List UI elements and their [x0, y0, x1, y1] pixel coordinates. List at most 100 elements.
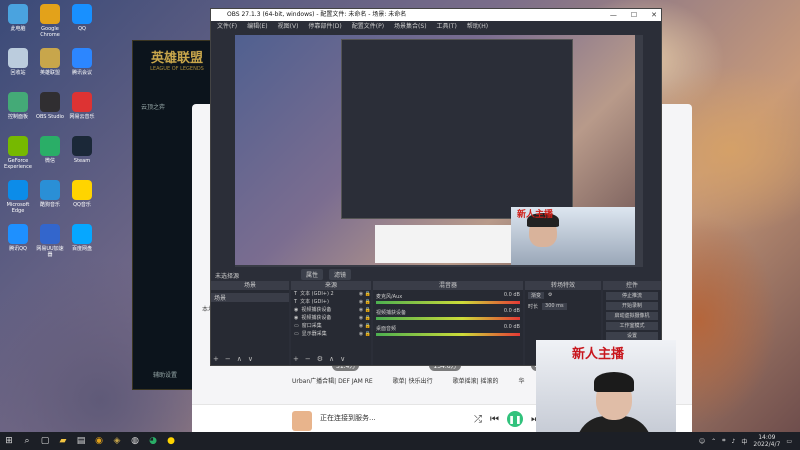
source-item[interactable]: ◉ 视频捕获设备 ◉ 🔒: [291, 306, 371, 314]
source-item[interactable]: T 文本 (GDI+) 2 ◉ 🔒: [291, 290, 371, 298]
network-icon[interactable]: ⌗: [722, 437, 725, 445]
desktop-icon[interactable]: 百度网盘: [66, 224, 98, 252]
remove-icon[interactable]: −: [305, 355, 311, 363]
visibility-lock-icon[interactable]: ◉ 🔒: [359, 306, 371, 314]
qqmusic-taskbar-icon[interactable]: ●: [162, 432, 180, 450]
lol-settings-button[interactable]: 辅助设置: [153, 370, 177, 379]
clock[interactable]: 14:09 2022/4/7: [753, 434, 780, 448]
volume-meter[interactable]: [376, 333, 520, 336]
taskbar: ⊞ ⌕ ▢ ▰ ▤ ◉ ◈ ◍ ◕ ● ☺ ⌃ ⌗ ♪ 中 14:09 2022…: [0, 432, 800, 450]
menu-item[interactable]: 文件(F): [217, 21, 237, 32]
visibility-lock-icon[interactable]: ◉ 🔒: [359, 330, 371, 338]
visibility-lock-icon[interactable]: ◉ 🔒: [359, 298, 371, 306]
desktop-icon[interactable]: QQ音乐: [66, 180, 98, 208]
volume-meter[interactable]: [376, 301, 520, 304]
shuffle-icon[interactable]: ⤮: [474, 414, 482, 425]
file-explorer-icon[interactable]: ▰: [54, 432, 72, 450]
menu-item[interactable]: 编辑(E): [247, 21, 267, 32]
source-item[interactable]: ◉ 视频捕获设备 ◉ 🔒: [291, 314, 371, 322]
menu-item[interactable]: 帮助(H): [467, 21, 488, 32]
playlist-label[interactable]: 歌单| 快乐出行: [393, 376, 433, 385]
chrome-icon[interactable]: ◉: [90, 432, 108, 450]
desktop-icon[interactable]: 此电脑: [2, 4, 34, 32]
obs-taskbar-icon[interactable]: ◍: [126, 432, 144, 450]
move-up-icon[interactable]: ∧: [329, 355, 334, 363]
task-view-icon[interactable]: ▢: [36, 432, 54, 450]
volume-meter[interactable]: [376, 317, 520, 320]
volume-icon[interactable]: ♪: [732, 438, 736, 445]
desktop-icon[interactable]: 微信: [34, 136, 66, 164]
source-item[interactable]: T 文本 (GDI+) ◉ 🔒: [291, 298, 371, 306]
app-icon: [72, 48, 92, 68]
search-icon[interactable]: ⌕: [18, 432, 36, 450]
source-item[interactable]: ▭ 窗口采集 ◉ 🔒: [291, 322, 371, 330]
control-button[interactable]: 工作室模式: [606, 322, 658, 330]
properties-button[interactable]: 属性: [301, 269, 324, 280]
desktop-icon[interactable]: 回收站: [2, 48, 34, 76]
maximize-icon[interactable]: ☐: [631, 9, 637, 21]
album-art[interactable]: [292, 411, 312, 431]
visibility-lock-icon[interactable]: ◉ 🔒: [359, 290, 371, 298]
desktop-icon[interactable]: 英雄联盟: [34, 48, 66, 76]
lol-taskbar-icon[interactable]: ◈: [108, 432, 126, 450]
menu-item[interactable]: 配置文件(P): [352, 21, 384, 32]
menu-item[interactable]: 工具(T): [437, 21, 457, 32]
control-button[interactable]: 设置: [606, 332, 658, 340]
menu-item[interactable]: 场景集合(S): [394, 21, 427, 32]
app-icon: [72, 224, 92, 244]
menu-item[interactable]: 视图(V): [278, 21, 299, 32]
add-icon[interactable]: +: [213, 355, 219, 363]
scene-item[interactable]: 场景: [211, 293, 289, 302]
chevron-up-icon[interactable]: ⌃: [711, 438, 716, 445]
desktop-icon[interactable]: GeForce Experience: [2, 136, 34, 170]
move-up-icon[interactable]: ∧: [237, 355, 242, 363]
desktop-icon[interactable]: 腾讯QQ: [2, 224, 34, 252]
source-item[interactable]: ▭ 显示器采集 ◉ 🔒: [291, 330, 371, 338]
desktop-icon-label: 英雄联盟: [39, 70, 60, 76]
control-button[interactable]: 开始录制: [606, 302, 658, 310]
person-icon[interactable]: ☺: [699, 438, 705, 445]
desktop-icon[interactable]: Microsoft Edge: [2, 180, 34, 214]
windows-start-icon[interactable]: ⊞: [0, 432, 18, 450]
previous-icon[interactable]: ⏮: [490, 414, 499, 425]
close-icon[interactable]: ✕: [651, 9, 657, 21]
playlist-label[interactable]: Urban广播合辑| DEF JAM RE: [292, 376, 373, 385]
gear-icon[interactable]: ⚙: [317, 355, 323, 363]
control-button[interactable]: 启动虚拟摄像机: [606, 312, 658, 320]
playlist-label[interactable]: 歌单摇滚| 摇滚的: [453, 376, 499, 385]
play-button[interactable]: ❚❚: [507, 411, 523, 427]
webcam-title: 新人主播: [572, 347, 625, 362]
input-language[interactable]: 中: [741, 437, 747, 446]
visibility-lock-icon[interactable]: ◉ 🔒: [359, 314, 371, 322]
desktop-icon[interactable]: OBS Studio: [34, 92, 66, 120]
remove-icon[interactable]: −: [225, 355, 231, 363]
wechat-taskbar-icon[interactable]: ◕: [144, 432, 162, 450]
minimize-icon[interactable]: —: [610, 9, 617, 21]
add-icon[interactable]: +: [293, 355, 299, 363]
visibility-lock-icon[interactable]: ◉ 🔒: [359, 322, 371, 330]
scenes-dock-toolbar: + − ∧ ∨: [213, 355, 253, 363]
gear-icon[interactable]: ⚙: [548, 292, 552, 299]
notes-icon[interactable]: ▤: [72, 432, 90, 450]
desktop-icon[interactable]: QQ: [66, 4, 98, 32]
sources-list: T 文本 (GDI+) 2 ◉ 🔒 T 文本 (GDI+) ◉ 🔒 ◉ 视频捕获设备 ◉ 🔒 ◉ 视…: [291, 290, 371, 338]
duration-input[interactable]: 300 ms: [542, 303, 567, 310]
desktop-icon[interactable]: 酷狗音乐: [34, 180, 66, 208]
obs-window[interactable]: OBS 27.1.3 (64-bit, windows) - 配置文件: 未命名…: [210, 8, 662, 366]
desktop-icon[interactable]: 网易UU加速器: [34, 224, 66, 258]
filters-button[interactable]: 滤镜: [329, 269, 352, 280]
preview-nested-obs: [341, 39, 573, 219]
desktop-icon[interactable]: Google Chrome: [34, 4, 66, 38]
move-down-icon[interactable]: ∨: [248, 355, 253, 363]
control-button[interactable]: 停止推流: [606, 292, 658, 300]
menu-item[interactable]: 停靠部件(D): [308, 21, 341, 32]
obs-preview[interactable]: 新人主播: [235, 35, 643, 267]
move-down-icon[interactable]: ∨: [340, 355, 345, 363]
transition-select[interactable]: 渐变: [528, 292, 545, 299]
desktop-icon[interactable]: 腾讯会议: [66, 48, 98, 76]
playlist-label[interactable]: 华: [519, 376, 525, 385]
notification-icon[interactable]: ▭: [786, 438, 792, 445]
desktop-icon[interactable]: Steam: [66, 136, 98, 164]
desktop-icon[interactable]: 网易云音乐: [66, 92, 98, 120]
desktop-icon[interactable]: 控制面板: [2, 92, 34, 120]
